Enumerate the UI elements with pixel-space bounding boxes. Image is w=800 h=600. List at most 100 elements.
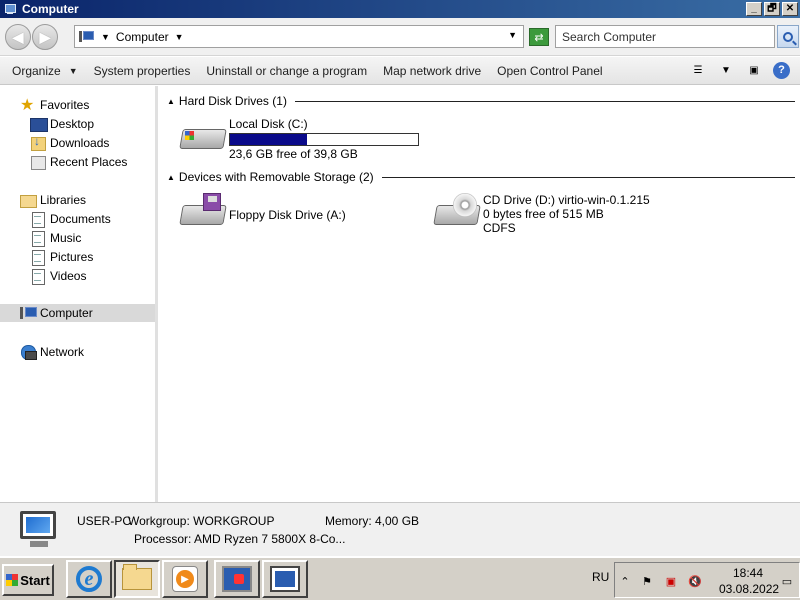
- details-pane: USER-PC Workgroup: WORKGROUP Memory: 4,0…: [0, 502, 800, 556]
- downloads-icon: [30, 134, 46, 151]
- nav-label: Music: [50, 231, 82, 245]
- organize-label: Organize: [12, 63, 61, 78]
- taskbar-computer[interactable]: [262, 560, 308, 598]
- show-hidden-icons-chevron-icon[interactable]: ⌃: [617, 573, 633, 589]
- back-arrow-icon: ◀: [12, 28, 24, 45]
- search-input[interactable]: Search Computer: [555, 25, 775, 48]
- breadcrumb-computer[interactable]: Computer: [116, 30, 169, 44]
- disk-usage-bar: [229, 133, 419, 146]
- explorer-window: Computer _ 🗗 ✕ ◀ ▶ ▼ Computer ▼ ▼ ⇄ Sear…: [0, 0, 800, 556]
- nav-label: Desktop: [50, 117, 95, 131]
- computer-icon: [270, 566, 300, 592]
- taskbar-windows-explorer[interactable]: [114, 560, 160, 598]
- network-disconnected-icon[interactable]: ▣: [663, 573, 679, 589]
- breadcrumb-chevron-icon[interactable]: ▼: [101, 32, 110, 42]
- nav-label: Documents: [50, 212, 111, 226]
- nav-network[interactable]: Network: [20, 343, 175, 361]
- drive-free-space: 23,6 GB free of 39,8 GB: [229, 147, 358, 161]
- language-indicator[interactable]: RU: [592, 570, 609, 584]
- computer-icon: [20, 306, 37, 320]
- star-icon: [20, 95, 36, 115]
- nav-label: Network: [40, 345, 85, 359]
- taskbar-media-player[interactable]: ▶: [162, 560, 208, 598]
- address-field[interactable]: ▼ Computer ▼ ▼: [74, 25, 524, 48]
- command-bar: Organize ▼ System properties Uninstall or…: [0, 57, 800, 85]
- taskbar-remote-desktop[interactable]: [214, 560, 260, 598]
- nav-label: Videos: [50, 269, 87, 283]
- hard-drive-icon: [177, 117, 227, 157]
- group-header-hdd[interactable]: ▲ Hard Disk Drives (1): [167, 93, 795, 109]
- windows-logo-icon: [6, 574, 19, 586]
- group-header-removable[interactable]: ▲ Devices with Removable Storage (2): [167, 169, 795, 185]
- map-network-drive-button[interactable]: Map network drive: [375, 60, 489, 82]
- forward-arrow-icon: ▶: [39, 28, 51, 45]
- group-divider: [381, 176, 795, 178]
- drive-floppy-a[interactable]: Floppy Disk Drive (A:): [177, 193, 346, 233]
- address-dropdown-icon[interactable]: ▼: [508, 30, 517, 40]
- drive-free-space: 0 bytes free of 515 MB: [483, 207, 604, 221]
- internet-explorer-icon: e: [76, 566, 102, 592]
- pc-name: USER-PC: [77, 514, 132, 528]
- help-icon[interactable]: ?: [773, 61, 790, 79]
- clock[interactable]: 18:44 03.08.2022: [719, 565, 780, 597]
- group-divider: [294, 100, 795, 102]
- uninstall-program-button[interactable]: Uninstall or change a program: [198, 60, 375, 82]
- disk-usage-fill: [230, 134, 307, 145]
- open-control-panel-button[interactable]: Open Control Panel: [489, 60, 610, 82]
- back-button[interactable]: ◀: [5, 24, 31, 50]
- recent-places-icon: [30, 155, 46, 170]
- drive-name: Local Disk (C:): [229, 117, 308, 131]
- maximize-button[interactable]: 🗗: [764, 2, 780, 16]
- change-view-icon[interactable]: ☰: [689, 61, 707, 79]
- organize-button[interactable]: Organize ▼: [4, 60, 86, 82]
- nav-favorites[interactable]: Favorites: [20, 95, 175, 115]
- nav-label: Pictures: [50, 250, 94, 264]
- search-button[interactable]: [777, 25, 799, 48]
- collapse-triangle-icon[interactable]: ▲: [167, 173, 175, 182]
- chevron-down-icon: ▼: [68, 65, 78, 76]
- drive-filesystem: CDFS: [483, 221, 516, 235]
- window-title: Computer: [22, 2, 79, 16]
- computer-icon: [4, 3, 18, 15]
- library-icon: [20, 193, 37, 208]
- drive-name: Floppy Disk Drive (A:): [229, 208, 346, 222]
- nav-label: Computer: [40, 306, 93, 320]
- collapse-triangle-icon[interactable]: ▲: [167, 97, 175, 106]
- processor-info: Processor: AMD Ryzen 7 5800X 8-Co...: [134, 532, 346, 546]
- drive-local-disk-c[interactable]: Local Disk (C:) 23,6 GB free of 39,8 GB: [177, 117, 419, 161]
- taskbar: Start e ▶ RU ⌃ ⚑ ▣ 🔇 18:44 03.08.2022 ▭: [0, 556, 800, 600]
- nav-label: Recent Places: [50, 155, 128, 169]
- cd-drive-icon: [431, 193, 481, 233]
- view-options-chevron-icon[interactable]: ▼: [717, 61, 735, 79]
- breadcrumb-chevron-icon[interactable]: ▼: [175, 32, 184, 42]
- folder-icon: [122, 564, 152, 590]
- nav-label: Favorites: [40, 98, 90, 112]
- floppy-drive-icon: [177, 193, 227, 233]
- preview-pane-icon[interactable]: ▣: [745, 61, 763, 79]
- taskbar-internet-explorer[interactable]: e: [66, 560, 112, 598]
- drive-cd-d[interactable]: CD Drive (D:) virtio-win-0.1.215 0 bytes…: [431, 193, 650, 235]
- refresh-button[interactable]: ⇄: [529, 28, 549, 46]
- title-bar[interactable]: Computer _ 🗗 ✕: [0, 0, 800, 18]
- nav-libraries[interactable]: Libraries: [20, 191, 175, 209]
- close-button[interactable]: ✕: [782, 2, 798, 16]
- nav-label: Libraries: [40, 193, 87, 207]
- memory-info: Memory: 4,00 GB: [325, 514, 420, 528]
- workgroup-info: Workgroup: WORKGROUP: [128, 514, 275, 528]
- minimize-button[interactable]: _: [746, 2, 762, 16]
- system-tray: ⌃ ⚑ ▣ 🔇 18:44 03.08.2022 ▭: [614, 562, 800, 598]
- forward-button[interactable]: ▶: [32, 24, 58, 50]
- desktop-icon: [30, 117, 48, 132]
- action-center-flag-icon[interactable]: ⚑: [639, 573, 655, 589]
- system-properties-button[interactable]: System properties: [86, 60, 199, 82]
- file-list: ▲ Hard Disk Drives (1) Local Disk (C:) 2…: [161, 86, 800, 502]
- computer-monitor-icon: [18, 511, 62, 551]
- clock-date: 03.08.2022: [719, 582, 780, 596]
- nav-computer[interactable]: Computer: [0, 304, 155, 322]
- volume-muted-icon[interactable]: 🔇: [687, 573, 703, 589]
- show-desktop-icon[interactable]: ▭: [779, 573, 795, 589]
- navigation-pane: Favorites Desktop Downloads Recent Place…: [0, 86, 158, 502]
- start-button[interactable]: Start: [2, 564, 54, 596]
- drive-name: CD Drive (D:) virtio-win-0.1.215: [483, 193, 650, 207]
- group-label: Devices with Removable Storage (2): [178, 170, 374, 184]
